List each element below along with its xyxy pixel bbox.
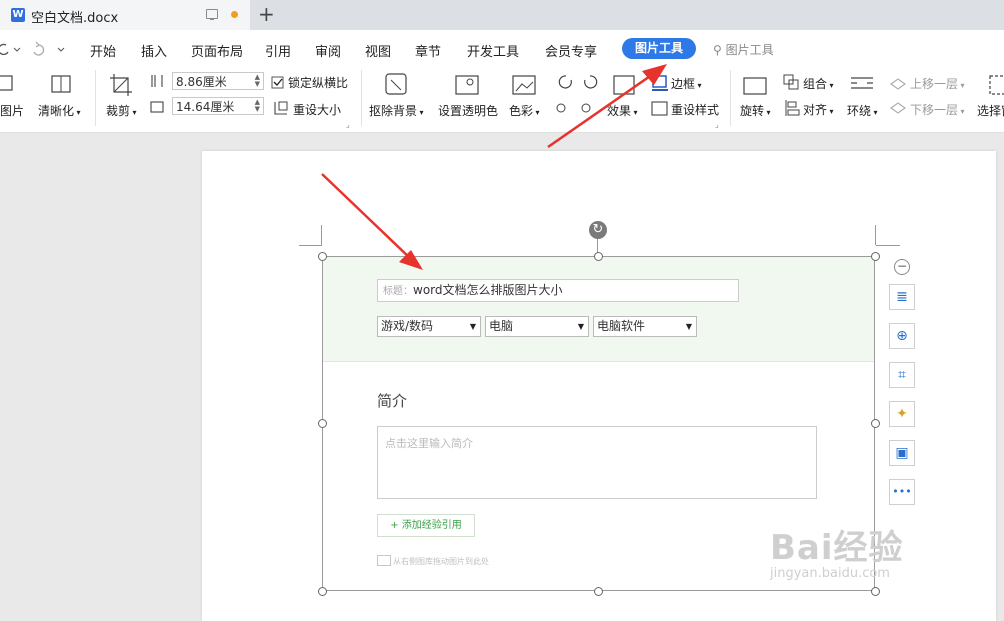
annotation-arrow-to-picture-tools bbox=[547, 64, 667, 149]
annotation-arrow-to-image bbox=[321, 173, 423, 270]
annotation-arrows bbox=[321, 64, 667, 270]
